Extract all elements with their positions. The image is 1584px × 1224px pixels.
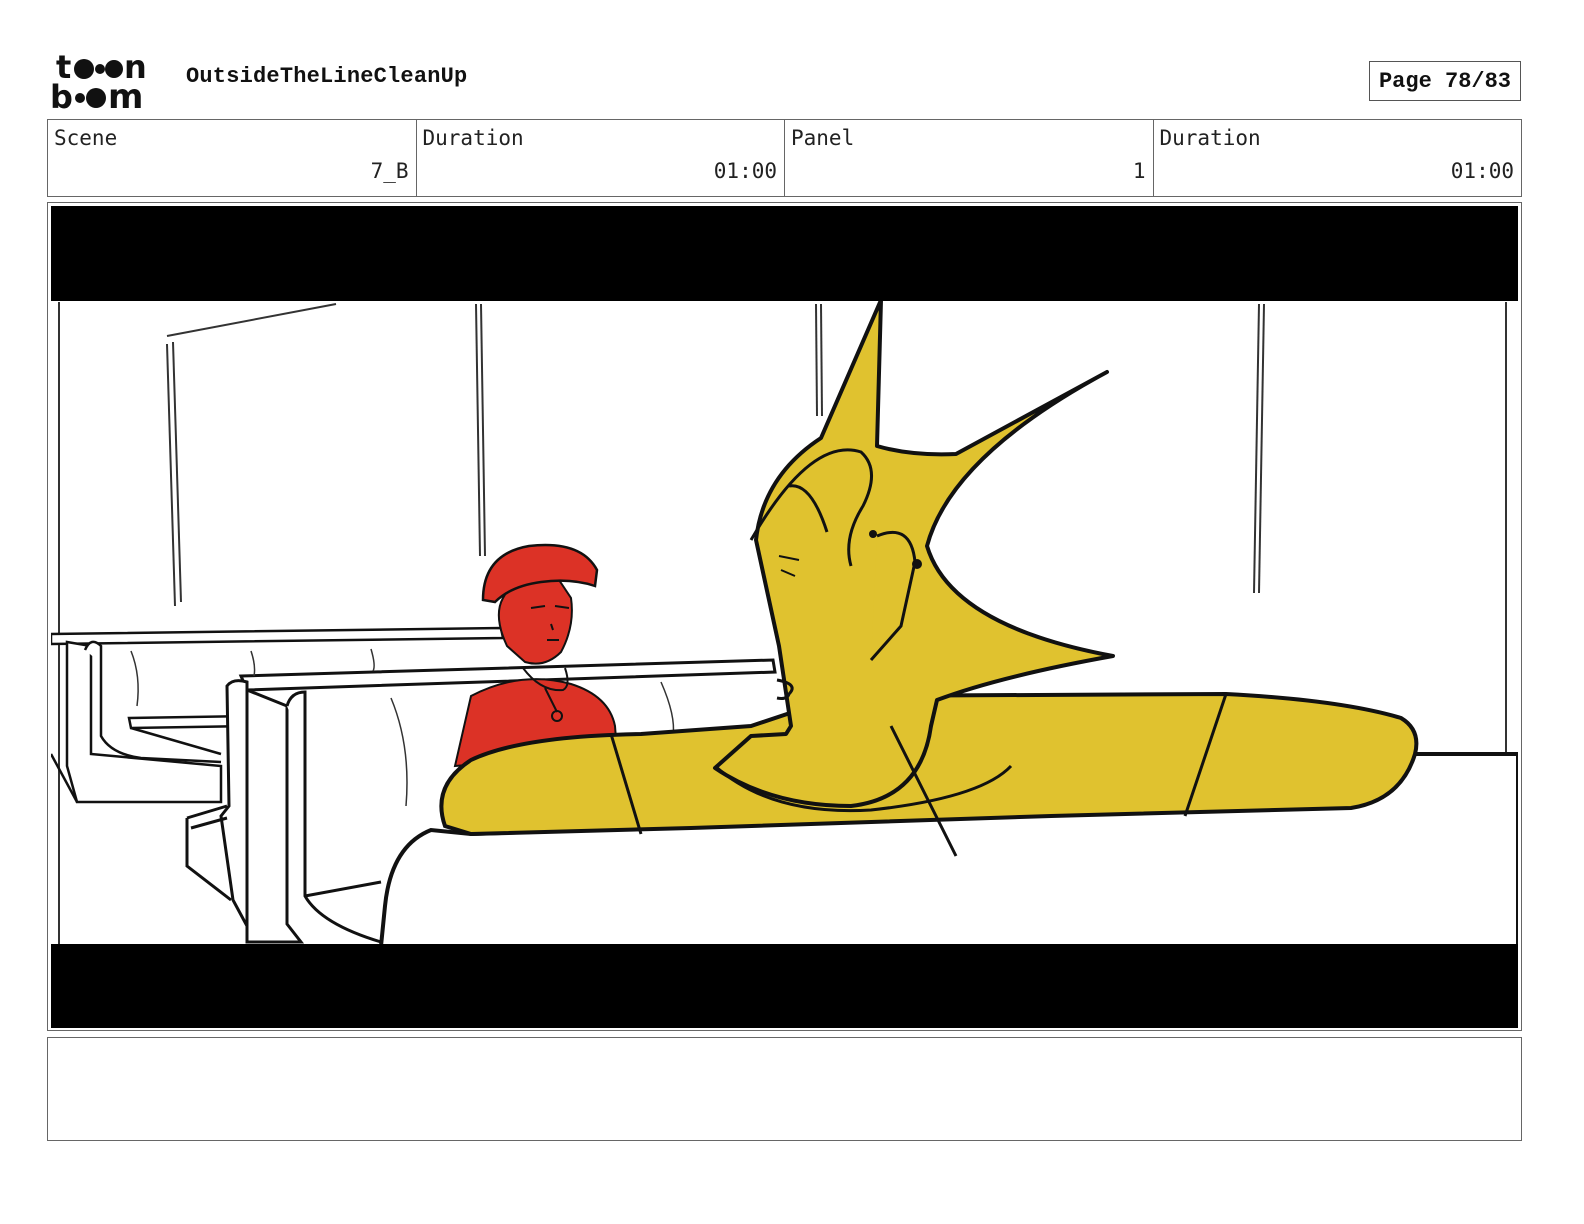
panel-value: 1 [1132, 159, 1146, 183]
logo-letter-m: m [108, 77, 143, 112]
logo-dot [95, 64, 105, 74]
page-indicator: Page 78/83 [1369, 61, 1521, 101]
panel-duration-cell: Duration 01:00 [1154, 120, 1522, 196]
panel-drawing [51, 206, 1518, 1028]
logo-dot [74, 59, 94, 79]
logo-dot [105, 60, 123, 78]
project-title: OutsideTheLineCleanUp [186, 64, 468, 89]
logo-dot [86, 88, 106, 108]
scene-label: Scene [54, 126, 118, 150]
letterbox-top [51, 206, 1518, 301]
panel-cell: Panel 1 [785, 120, 1154, 196]
toonboom-logo: t n b m [50, 50, 165, 112]
scene-cell: Scene 7_B [48, 120, 417, 196]
panel-label: Panel [791, 126, 855, 150]
panel-duration-label: Duration [1159, 126, 1261, 150]
scene-duration-value: 01:00 [713, 159, 777, 183]
scene-duration-cell: Duration 01:00 [417, 120, 785, 196]
letterbox-bottom [51, 944, 1518, 1028]
scene-duration-label: Duration [422, 126, 524, 150]
logo-dot [75, 93, 85, 103]
panel-info-table: Scene 7_B Duration 01:00 Panel 1 Duratio… [47, 119, 1522, 197]
toonboom-logo-mark: t n b m [50, 50, 147, 112]
logo-letter-b: b [50, 78, 73, 112]
panel-notes-box [47, 1037, 1522, 1141]
scene-value: 7_B [370, 159, 409, 183]
panel-duration-value: 01:00 [1450, 159, 1514, 183]
storyboard-panel [47, 202, 1522, 1031]
